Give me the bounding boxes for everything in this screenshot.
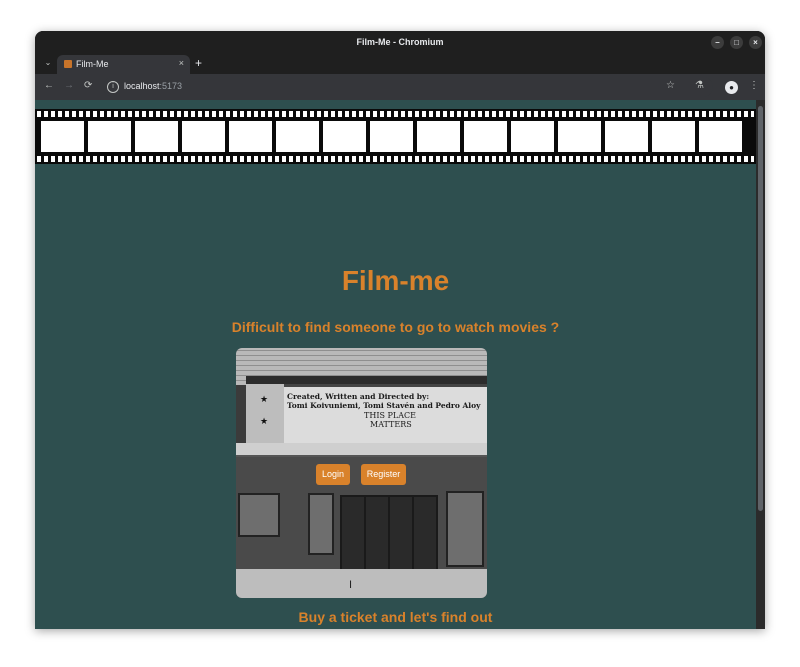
marquee-line: MATTERS	[370, 420, 412, 429]
marquee-line: THIS PLACE	[364, 411, 416, 420]
browser-toolbar: ← → ⟳ i localhost:5173 ☆ ⚗ ● ⋮	[35, 74, 765, 100]
scrollbar-thumb[interactable]	[758, 106, 763, 511]
register-button[interactable]: Register	[361, 464, 406, 485]
profile-icon[interactable]: ●	[725, 81, 738, 94]
film-frame	[370, 121, 413, 152]
sidewalk	[236, 569, 487, 598]
url-port: :5173	[159, 81, 183, 91]
browser-window: Film-Me - Chromium – □ × ⌄ Film-Me × + ←…	[35, 31, 765, 629]
labs-flask-icon[interactable]: ⚗	[695, 80, 704, 91]
minimize-icon[interactable]: –	[711, 36, 724, 49]
tab-close-icon[interactable]: ×	[179, 58, 184, 68]
window-title: Film-Me - Chromium	[356, 37, 444, 47]
window-pane	[446, 491, 484, 567]
film-strip-banner	[35, 109, 756, 164]
window-pane	[238, 493, 280, 537]
film-frame	[323, 121, 366, 152]
login-button[interactable]: Login	[316, 464, 350, 485]
address-bar[interactable]: i localhost:5173	[103, 77, 713, 97]
film-perforations-top	[37, 111, 754, 117]
forward-icon[interactable]: →	[64, 80, 74, 91]
close-window-icon[interactable]: ×	[749, 36, 762, 49]
film-frame	[699, 121, 742, 152]
text-cursor-icon: I	[349, 579, 353, 591]
marquee-sign: Created, Written and Directed by: Tomi K…	[284, 384, 487, 449]
marquee-line: Created, Written and Directed by:	[287, 392, 430, 401]
film-frame	[276, 121, 319, 152]
film-frame	[229, 121, 272, 152]
bookmark-star-icon[interactable]: ☆	[666, 80, 675, 91]
film-frame	[417, 121, 460, 152]
film-frame	[605, 121, 648, 152]
new-tab-icon[interactable]: +	[195, 56, 202, 70]
film-frame	[558, 121, 601, 152]
page-viewport: Film-me Difficult to find someone to go …	[35, 100, 756, 629]
tab-title: Film-Me	[76, 59, 109, 69]
film-frames	[41, 121, 742, 152]
film-frame	[88, 121, 131, 152]
film-frame	[652, 121, 695, 152]
menu-icon[interactable]: ⋮	[749, 80, 759, 91]
back-icon[interactable]: ←	[44, 80, 54, 91]
marquee-side-panel: ★ ★	[246, 384, 284, 443]
window-pane	[308, 493, 334, 555]
canopy	[236, 443, 487, 457]
maximize-icon[interactable]: □	[730, 36, 743, 49]
tab-strip: ⌄ Film-Me × +	[35, 53, 765, 74]
marquee-line: Tomi Koivuniemi, Tomi Stavén and Pedro A…	[287, 401, 481, 410]
film-frame	[135, 121, 178, 152]
favicon-icon	[64, 60, 72, 68]
site-info-icon[interactable]: i	[107, 81, 119, 93]
film-frame	[182, 121, 225, 152]
film-frame	[511, 121, 554, 152]
film-frame	[464, 121, 507, 152]
page-subtitle: Difficult to find someone to go to watch…	[231, 319, 560, 335]
cta-text: Buy a ticket and let's find out	[298, 609, 493, 625]
url-text: localhost:5173	[124, 81, 182, 91]
title-bar: Film-Me - Chromium – □ ×	[35, 31, 765, 53]
tab-film-me[interactable]: Film-Me ×	[57, 55, 190, 74]
theater-image: ★ ★ Created, Written and Directed by: Tom…	[236, 348, 487, 598]
url-host: localhost	[124, 81, 160, 91]
tab-search-chevron-icon[interactable]: ⌄	[41, 56, 55, 70]
page-scrollbar[interactable]	[756, 100, 765, 629]
reload-icon[interactable]: ⟳	[84, 80, 92, 91]
page-title: Film-me	[341, 265, 450, 296]
film-perforations-bottom	[37, 156, 754, 162]
film-frame	[41, 121, 84, 152]
